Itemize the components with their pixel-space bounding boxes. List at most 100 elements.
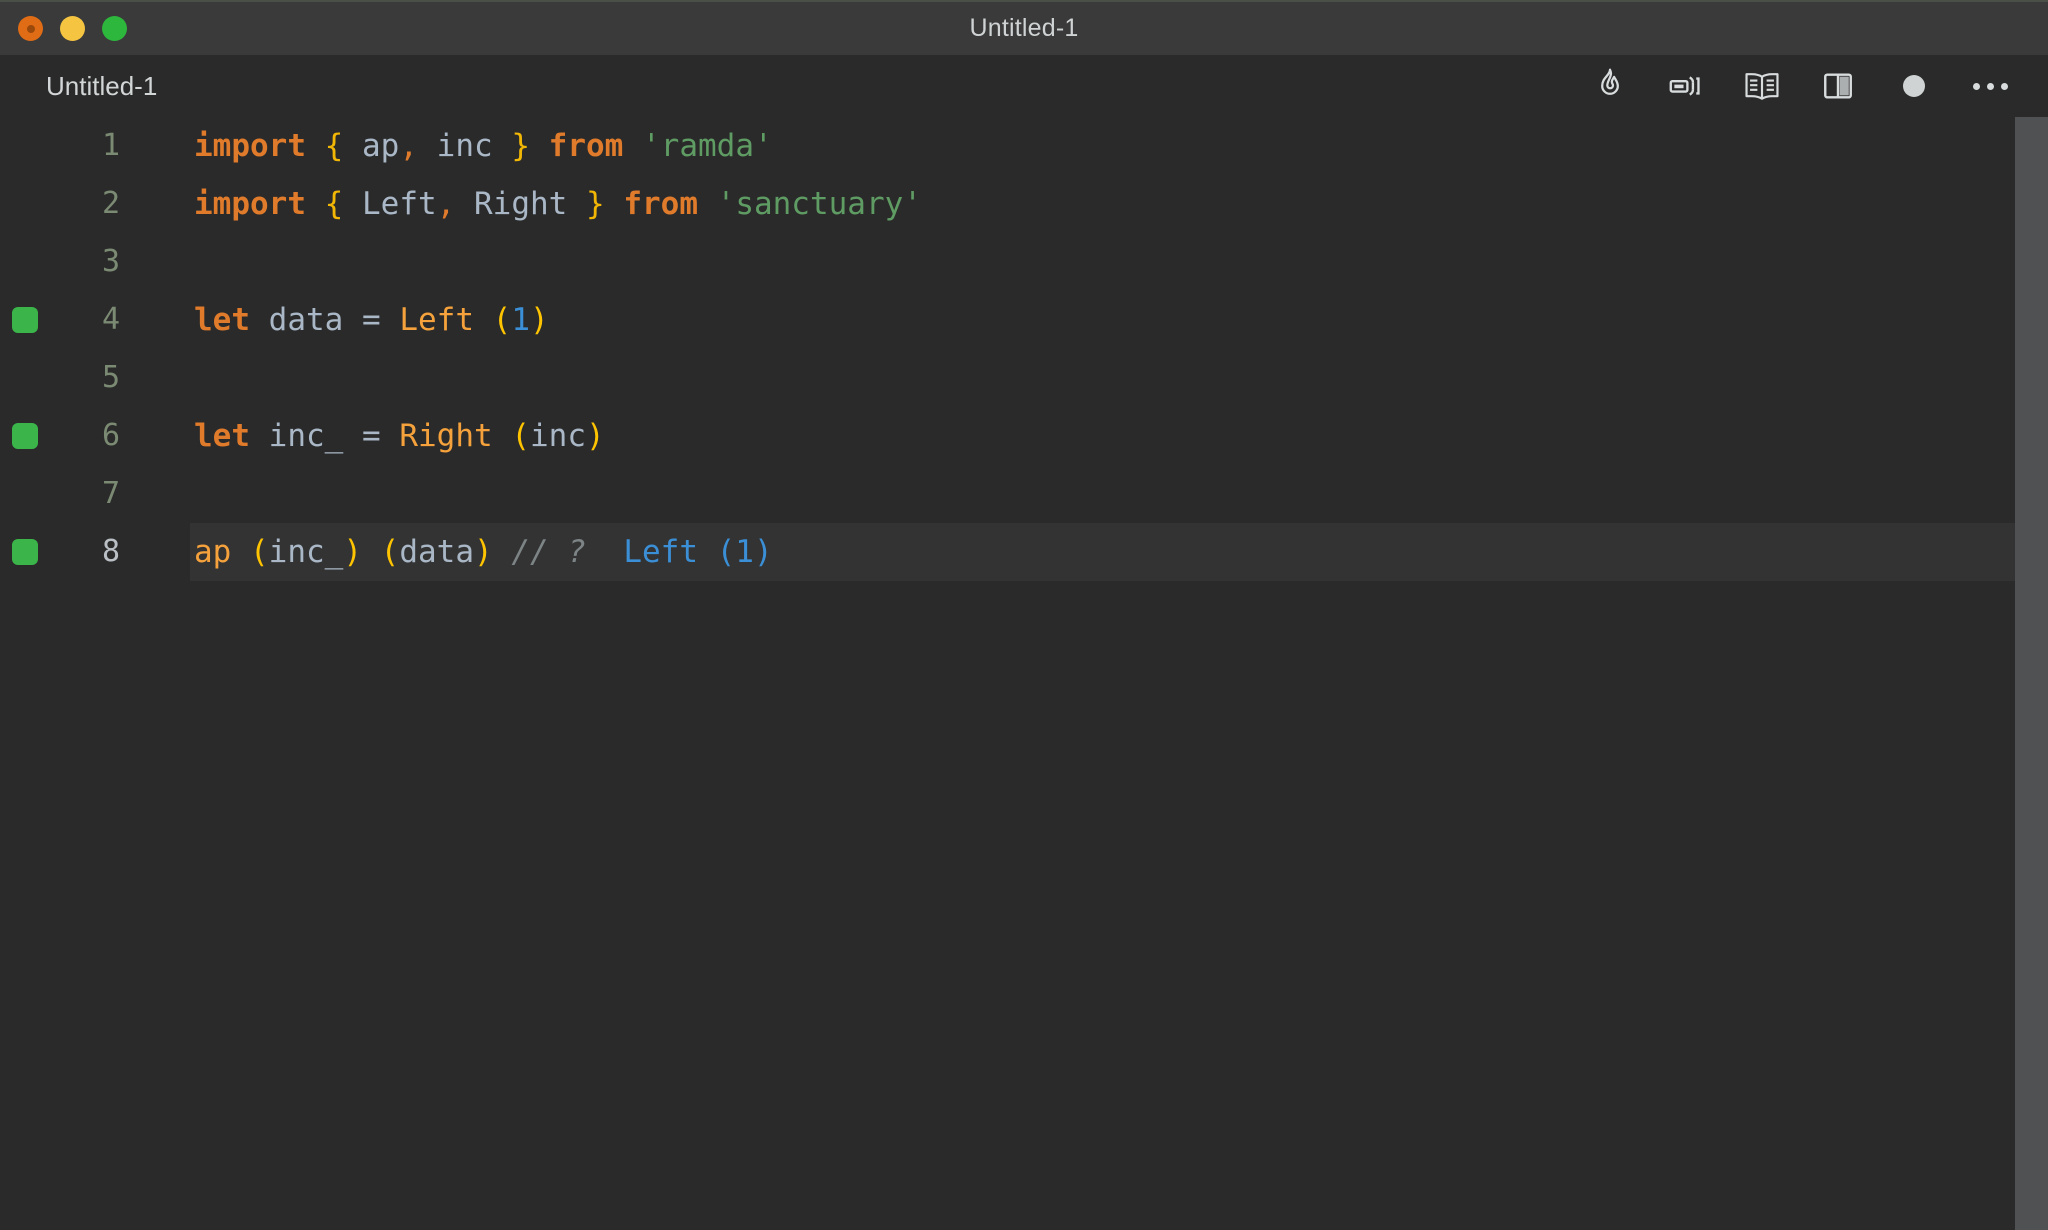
tab-untitled-1[interactable]: Untitled-1 — [0, 55, 183, 117]
code-token: data — [250, 302, 362, 338]
code-token: import — [194, 186, 306, 222]
code-token: , — [436, 186, 456, 222]
code-line-content[interactable]: import { Left, Right } from 'sanctuary' — [190, 175, 2015, 233]
line-number: 2 — [101, 186, 120, 221]
code-token: = — [361, 418, 381, 454]
code-token: data — [399, 534, 474, 570]
open-preview-icon[interactable] — [1740, 64, 1784, 108]
code-token: Left (1) — [623, 534, 773, 570]
code-tokens: let data = Left (1) — [194, 291, 549, 349]
code-lines[interactable]: 1 import { ap, inc } from 'ramda' 2 import … — [0, 117, 2048, 1230]
window-titlebar: Untitled-1 — [0, 0, 2048, 55]
code-token: let — [194, 302, 250, 338]
line-number: 6 — [101, 418, 120, 453]
code-line[interactable]: 6 let inc_ = Right (inc) — [0, 407, 2048, 465]
code-token: { — [324, 128, 344, 164]
line-number: 4 — [101, 302, 120, 337]
code-token: ) — [343, 534, 362, 570]
editor-tabbar: Untitled-1 — [0, 55, 2048, 117]
code-token: 1 — [511, 302, 530, 338]
code-line-content[interactable]: import { ap, inc } from 'ramda' — [190, 117, 2015, 175]
editor-actions — [1588, 64, 2020, 108]
code-token: inc — [418, 128, 512, 164]
code-token: Right — [455, 186, 586, 222]
line-number: 7 — [101, 476, 120, 511]
editor-scrollbar[interactable] — [2015, 117, 2048, 1230]
code-token: from — [623, 186, 698, 222]
code-line[interactable]: 4 let data = Left (1) — [0, 291, 2048, 349]
code-tokens: let inc_ = Right (inc) — [194, 407, 605, 465]
line-number: 8 — [101, 534, 120, 569]
code-token: ( — [380, 534, 400, 570]
code-line[interactable]: 3 — [0, 233, 2048, 291]
code-token: inc_ — [268, 534, 344, 570]
code-line[interactable]: 5 — [0, 349, 2048, 407]
window-title: Untitled-1 — [969, 14, 1079, 42]
code-editor[interactable]: 1 import { ap, inc } from 'ramda' 2 import … — [0, 117, 2048, 1230]
code-token: ) — [530, 302, 549, 338]
code-line-content[interactable]: let data = Left (1) — [190, 291, 2015, 349]
close-window-button[interactable] — [18, 16, 43, 41]
split-editor-icon[interactable] — [1816, 64, 1860, 108]
code-line[interactable]: 1 import { ap, inc } from 'ramda' — [0, 117, 2048, 175]
code-token: ) — [586, 418, 605, 454]
code-token: 'ramda' — [642, 128, 773, 164]
code-token: { — [324, 186, 344, 222]
code-token: inc — [530, 418, 586, 454]
code-token: = — [361, 302, 381, 338]
code-line[interactable]: 2 import { Left, Right } from 'sanctuary' — [0, 175, 2048, 233]
code-token: ( — [250, 534, 269, 570]
line-number: 1 — [101, 128, 120, 163]
code-line-content[interactable]: let inc_ = Right (inc) — [190, 407, 2015, 465]
code-tokens: ap (inc_) (data) // ? Left (1) — [194, 523, 773, 581]
coverage-marker-icon[interactable] — [12, 539, 38, 565]
code-token: Left — [399, 302, 474, 338]
code-line-content[interactable] — [190, 233, 2015, 291]
code-token: from — [548, 128, 624, 164]
code-token: ap — [343, 128, 400, 164]
code-token: } — [511, 128, 530, 164]
code-token: inc_ — [250, 418, 362, 454]
code-line-content[interactable] — [190, 465, 2015, 523]
code-line-content[interactable] — [190, 349, 2015, 407]
code-line[interactable]: 7 — [0, 465, 2048, 523]
coverage-marker-icon[interactable] — [12, 423, 38, 449]
run-code-icon[interactable] — [1664, 64, 1708, 108]
minimize-window-button[interactable] — [60, 16, 85, 41]
code-tokens: import { ap, inc } from 'ramda' — [194, 117, 773, 175]
code-token: import — [194, 128, 306, 164]
code-token: Right — [399, 418, 493, 454]
code-token: ( — [492, 302, 512, 338]
code-line-content[interactable]: ap (inc_) (data) // ? Left (1) — [190, 523, 2015, 581]
code-line[interactable]: 8 ap (inc_) (data) // ? Left (1) — [0, 523, 2048, 581]
code-token: , — [399, 128, 418, 164]
tab-label: Untitled-1 — [46, 70, 158, 101]
code-token: ( — [511, 418, 530, 454]
code-token: ) — [474, 534, 493, 570]
line-number: 3 — [101, 244, 120, 279]
code-token: ap — [194, 534, 232, 570]
code-token: // ? — [511, 534, 586, 570]
code-token: 'sanctuary' — [716, 186, 922, 222]
quokka-flame-icon[interactable] — [1588, 64, 1632, 108]
more-actions-icon[interactable] — [1968, 64, 2012, 108]
code-token: let — [194, 418, 250, 454]
maximize-window-button[interactable] — [102, 16, 127, 41]
unsaved-indicator-icon[interactable] — [1892, 64, 1936, 108]
line-number: 5 — [101, 360, 120, 395]
coverage-marker-icon[interactable] — [12, 307, 38, 333]
